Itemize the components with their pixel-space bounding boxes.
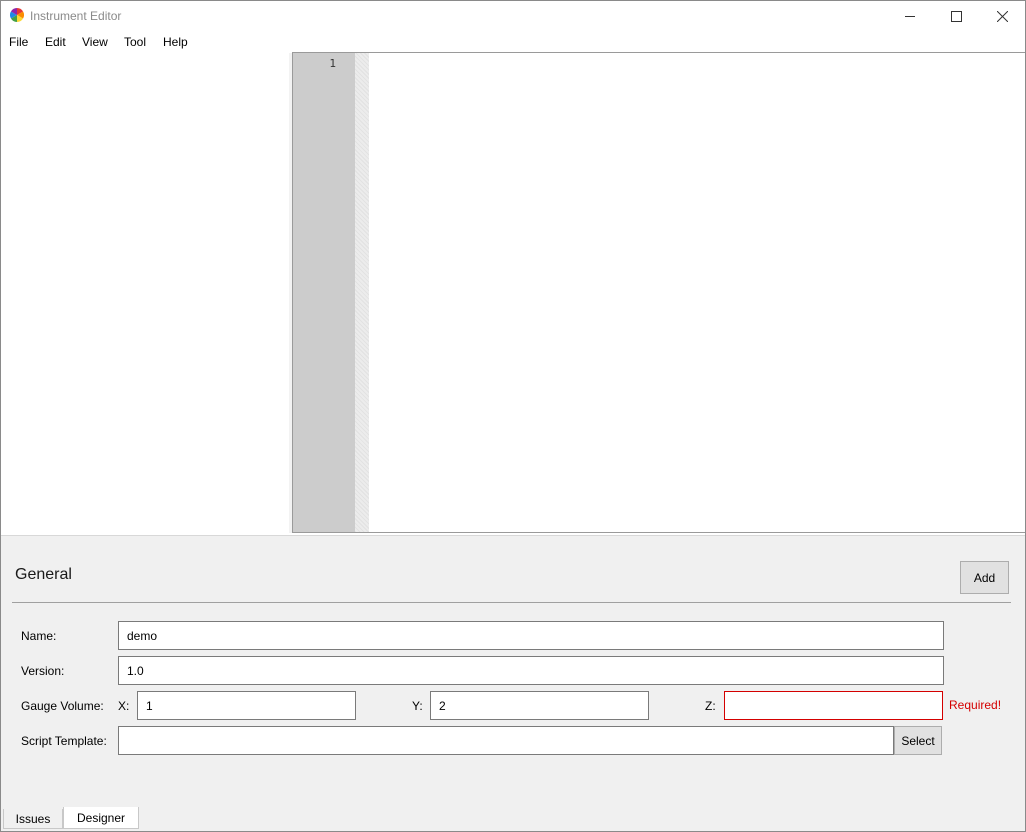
menu-edit[interactable]: Edit	[45, 35, 66, 49]
color-wheel-icon	[10, 8, 24, 22]
main-window: Instrument Editor File Edit View Tool He…	[0, 0, 1026, 832]
menu-help[interactable]: Help	[163, 35, 188, 49]
tab-issues[interactable]: Issues	[3, 809, 63, 829]
y-label: Y:	[412, 699, 423, 713]
maximize-button[interactable]	[933, 1, 979, 31]
designer-panel: General Add Name: Version: Gauge Volume:…	[1, 535, 1025, 808]
close-icon	[996, 10, 1008, 22]
x-label: X:	[118, 699, 130, 713]
gauge-volume-label: Gauge Volume:	[21, 699, 104, 713]
title-bar: Instrument Editor	[1, 1, 1025, 31]
z-required-error: Required!	[949, 698, 1002, 712]
name-label: Name:	[21, 629, 57, 643]
line-number: 1	[329, 57, 336, 70]
add-button[interactable]: Add	[960, 561, 1009, 594]
version-input[interactable]	[118, 656, 944, 685]
gauge-x-input[interactable]	[137, 691, 356, 720]
menu-file[interactable]: File	[9, 35, 28, 49]
code-editor[interactable]: 1	[292, 52, 1025, 533]
section-title: General	[15, 566, 72, 583]
name-input[interactable]	[118, 621, 944, 650]
script-template-label: Script Template:	[21, 734, 107, 748]
bottom-tab-bar: Issues Designer	[1, 807, 1025, 831]
z-label: Z:	[705, 699, 716, 713]
version-label: Version:	[21, 664, 65, 678]
line-number-gutter: 1	[293, 53, 355, 532]
maximize-icon	[950, 10, 962, 22]
menu-bar: File Edit View Tool Help	[1, 31, 1025, 53]
minimize-button[interactable]	[887, 1, 933, 31]
close-button[interactable]	[979, 1, 1025, 31]
code-text-area[interactable]	[369, 53, 1025, 532]
window-title: Instrument Editor	[30, 9, 122, 23]
menu-tool[interactable]: Tool	[124, 35, 146, 49]
menu-view[interactable]: View	[82, 35, 108, 49]
section-divider	[12, 602, 1011, 603]
minimize-icon	[904, 11, 916, 22]
fold-margin[interactable]	[355, 53, 369, 532]
tab-designer[interactable]: Designer	[63, 807, 139, 829]
gauge-z-input[interactable]	[724, 691, 943, 720]
select-template-button[interactable]: Select	[894, 726, 942, 755]
file-tree-panel[interactable]	[1, 53, 289, 533]
script-template-input[interactable]	[118, 726, 894, 755]
gauge-y-input[interactable]	[430, 691, 649, 720]
